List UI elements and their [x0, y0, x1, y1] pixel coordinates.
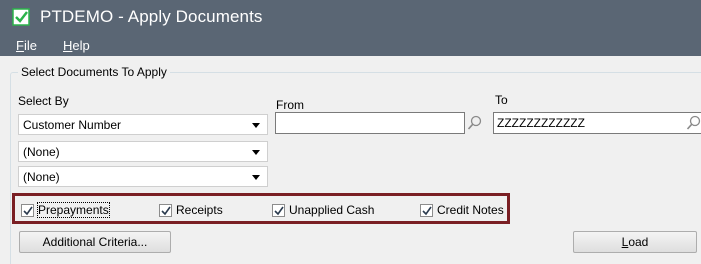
select-by-combo-1[interactable]: Customer Number [18, 114, 268, 135]
checkbox-prepayments-box[interactable] [21, 203, 34, 217]
checkbox-prepayments-label: Prepayments [37, 202, 110, 218]
select-by-combo-2[interactable]: (None) [18, 141, 268, 162]
window-title: PTDEMO - Apply Documents [40, 7, 263, 26]
to-label: To [495, 93, 508, 107]
additional-criteria-button[interactable]: Additional Criteria... [19, 231, 171, 253]
title-bar: PTDEMO - Apply Documents [0, 0, 701, 34]
checkmark-icon [422, 206, 432, 215]
menu-file-mnemonic: F [16, 38, 24, 53]
group-title: Select Documents To Apply [18, 65, 170, 79]
checkbox-unapplied-cash-label: Unapplied Cash [289, 203, 375, 217]
checkbox-credit-notes-label: Credit Notes [437, 203, 504, 217]
checkbox-credit-notes[interactable]: Credit Notes [420, 203, 504, 217]
menu-file-rest: ile [23, 38, 37, 53]
checkmark-icon [23, 206, 33, 215]
checkbox-receipts-label: Receipts [176, 203, 223, 217]
checkmark-icon [274, 206, 284, 215]
select-by-combo-1-value: Customer Number [23, 118, 122, 132]
app-check-icon [12, 8, 30, 26]
menu-help[interactable]: Help [63, 38, 90, 53]
menu-help-rest: elp [72, 38, 90, 53]
select-by-label: Select By [18, 94, 69, 108]
checkbox-receipts-box[interactable] [159, 203, 172, 217]
load-button-rest: oad [628, 235, 649, 249]
checkmark-icon [161, 206, 171, 215]
select-by-combo-3-value: (None) [23, 170, 60, 184]
menu-help-mnemonic: H [63, 38, 73, 53]
chevron-down-icon [252, 123, 260, 128]
select-by-combo-2-value: (None) [23, 145, 60, 159]
select-by-combo-3[interactable]: (None) [18, 166, 268, 187]
checkbox-prepayments[interactable]: Prepayments [21, 202, 110, 218]
menu-file[interactable]: File [16, 38, 37, 53]
checkbox-unapplied-cash[interactable]: Unapplied Cash [272, 203, 374, 217]
from-finder-search-icon[interactable] [467, 115, 483, 131]
from-label: From [276, 98, 304, 112]
to-input[interactable] [493, 112, 701, 134]
checkbox-unapplied-cash-box[interactable] [272, 203, 285, 217]
load-button[interactable]: Load [573, 231, 697, 253]
menu-bar: File Help [0, 34, 701, 56]
chevron-down-icon [252, 150, 260, 155]
from-input[interactable] [275, 112, 465, 134]
checkbox-credit-notes-box[interactable] [420, 203, 433, 217]
to-finder-search-icon[interactable] [686, 115, 701, 131]
chevron-down-icon [252, 175, 260, 180]
checkbox-receipts[interactable]: Receipts [159, 203, 223, 217]
